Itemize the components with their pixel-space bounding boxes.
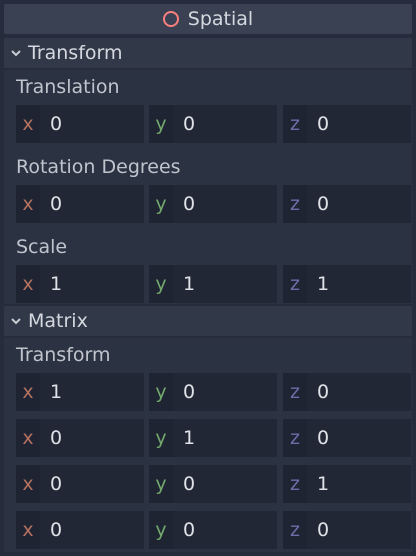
inspector-node-header: Spatial <box>4 4 412 34</box>
axis-z-label: z <box>283 511 307 549</box>
matrix-row1-x-field[interactable]: x 1 <box>16 373 144 411</box>
matrix-row1-z-field[interactable]: z 0 <box>283 373 411 411</box>
rotation-x-field[interactable]: x 0 <box>16 185 144 223</box>
matrix-row-4: x 0 y 0 z 0 <box>16 511 412 549</box>
scale-x-field[interactable]: x 1 <box>16 265 144 303</box>
matrix-value[interactable]: 1 <box>317 473 329 495</box>
rotation-z-value[interactable]: 0 <box>317 193 329 215</box>
translation-x-field[interactable]: x 0 <box>16 105 144 143</box>
matrix-value[interactable]: 0 <box>183 381 195 403</box>
matrix-row1-y-field[interactable]: y 0 <box>149 373 277 411</box>
rotation-x-value[interactable]: 0 <box>50 193 62 215</box>
matrix-row2-z-field[interactable]: z 0 <box>283 419 411 457</box>
rotation-z-field[interactable]: z 0 <box>283 185 411 223</box>
scale-z-field[interactable]: z 1 <box>283 265 411 303</box>
axis-x-label: x <box>16 373 40 411</box>
matrix-value[interactable]: 0 <box>183 473 195 495</box>
rotation-label: Rotation Degrees <box>16 156 181 178</box>
matrix-row2-y-field[interactable]: y 1 <box>149 419 277 457</box>
matrix-value[interactable]: 0 <box>317 381 329 403</box>
matrix-value[interactable]: 0 <box>50 427 62 449</box>
rotation-y-field[interactable]: y 0 <box>149 185 277 223</box>
matrix-value[interactable]: 0 <box>317 519 329 541</box>
axis-z-label: z <box>283 185 307 223</box>
matrix-value[interactable]: 1 <box>50 381 62 403</box>
node-type-title: Spatial <box>187 8 254 30</box>
translation-z-value[interactable]: 0 <box>317 113 329 135</box>
matrix-row-3: x 0 y 0 z 1 <box>16 465 412 503</box>
matrix-row3-x-field[interactable]: x 0 <box>16 465 144 503</box>
matrix-row4-y-field[interactable]: y 0 <box>149 511 277 549</box>
axis-z-label: z <box>283 373 307 411</box>
axis-x-label: x <box>16 105 40 143</box>
axis-z-label: z <box>283 265 307 303</box>
axis-y-label: y <box>149 185 173 223</box>
axis-y-label: y <box>149 105 173 143</box>
section-matrix-label: Matrix <box>28 310 88 332</box>
axis-y-label: y <box>149 511 173 549</box>
matrix-value[interactable]: 0 <box>317 427 329 449</box>
section-transform-label: Transform <box>28 42 123 64</box>
scale-y-value[interactable]: 1 <box>183 273 195 295</box>
translation-x-value[interactable]: 0 <box>50 113 62 135</box>
axis-x-label: x <box>16 465 40 503</box>
matrix-row3-z-field[interactable]: z 1 <box>283 465 411 503</box>
matrix-transform-label: Transform <box>16 344 111 366</box>
axis-z-label: z <box>283 419 307 457</box>
spatial-node-icon <box>162 11 179 27</box>
rotation-y-value[interactable]: 0 <box>183 193 195 215</box>
matrix-value[interactable]: 0 <box>183 519 195 541</box>
translation-z-field[interactable]: z 0 <box>283 105 411 143</box>
axis-x-label: x <box>16 511 40 549</box>
axis-x-label: x <box>16 265 40 303</box>
scale-x-value[interactable]: 1 <box>50 273 62 295</box>
axis-y-label: y <box>149 465 173 503</box>
matrix-row3-y-field[interactable]: y 0 <box>149 465 277 503</box>
scale-row: x 1 y 1 z 1 <box>16 265 412 303</box>
matrix-row4-x-field[interactable]: x 0 <box>16 511 144 549</box>
axis-y-label: y <box>149 265 173 303</box>
matrix-value[interactable]: 0 <box>50 473 62 495</box>
axis-y-label: y <box>149 419 173 457</box>
matrix-row-2: x 0 y 1 z 0 <box>16 419 412 457</box>
axis-z-label: z <box>283 465 307 503</box>
section-transform[interactable]: Transform <box>4 38 412 68</box>
scale-z-value[interactable]: 1 <box>317 273 329 295</box>
axis-x-label: x <box>16 185 40 223</box>
matrix-value[interactable]: 1 <box>183 427 195 449</box>
rotation-row: x 0 y 0 z 0 <box>16 185 412 223</box>
section-matrix[interactable]: Matrix <box>4 306 412 336</box>
matrix-value[interactable]: 0 <box>50 519 62 541</box>
axis-z-label: z <box>283 105 307 143</box>
scale-label: Scale <box>16 236 68 258</box>
chevron-down-icon[interactable] <box>4 315 28 327</box>
translation-y-value[interactable]: 0 <box>183 113 195 135</box>
chevron-down-icon[interactable] <box>4 47 28 59</box>
axis-x-label: x <box>16 419 40 457</box>
axis-y-label: y <box>149 373 173 411</box>
matrix-row-1: x 1 y 0 z 0 <box>16 373 412 411</box>
matrix-row2-x-field[interactable]: x 0 <box>16 419 144 457</box>
translation-label: Translation <box>16 76 120 98</box>
scale-y-field[interactable]: y 1 <box>149 265 277 303</box>
translation-y-field[interactable]: y 0 <box>149 105 277 143</box>
matrix-row4-z-field[interactable]: z 0 <box>283 511 411 549</box>
translation-row: x 0 y 0 z 0 <box>16 105 412 143</box>
